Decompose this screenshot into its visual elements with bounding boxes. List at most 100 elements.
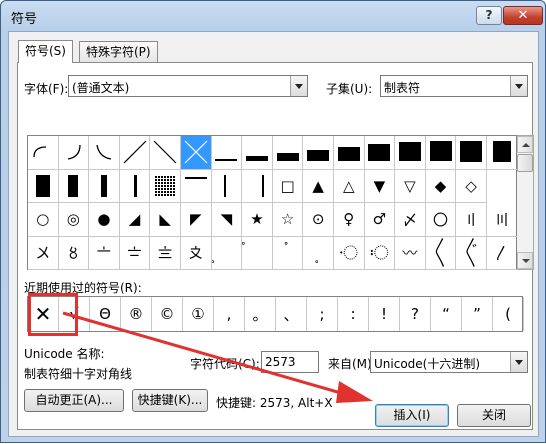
chevron-down-icon[interactable]	[290, 76, 307, 96]
char-code-input[interactable]: 2573	[261, 351, 319, 373]
symbol-cell[interactable]	[150, 136, 181, 170]
symbol-cell[interactable]: 〤	[28, 236, 59, 271]
symbol-cell[interactable]: ⊙	[303, 203, 334, 237]
symbol-cell[interactable]: 〆	[395, 203, 426, 237]
symbol-cell[interactable]	[119, 169, 151, 204]
help-button[interactable]: ?	[476, 6, 502, 25]
symbol-cell[interactable]: 〭	[303, 236, 334, 271]
tab-special-characters[interactable]: 特殊字符(P)	[79, 41, 158, 62]
symbol-cell[interactable]: 〰	[395, 236, 426, 271]
symbol-glyph	[245, 156, 268, 162]
symbol-cell[interactable]: 〧	[119, 236, 151, 271]
symbol-cell[interactable]	[28, 169, 59, 204]
symbol-cell[interactable]: ○	[28, 203, 59, 237]
symbol-cell[interactable]	[303, 136, 334, 170]
symbol-cell[interactable]: 〱	[425, 236, 457, 271]
symbol-cell[interactable]	[150, 169, 181, 204]
recent-symbol-cell[interactable]: Θ	[90, 297, 121, 331]
symbol-cell[interactable]: □	[272, 169, 304, 204]
chevron-down-icon[interactable]	[510, 352, 527, 372]
recent-symbol-cell[interactable]: 。	[245, 297, 276, 331]
recent-symbol-cell[interactable]: ?	[400, 297, 431, 331]
recent-symbol-cell[interactable]: 、	[276, 297, 307, 331]
symbol-cell[interactable]: 〫	[242, 236, 273, 271]
symbol-cell[interactable]: ◢	[119, 203, 151, 237]
symbol-cell[interactable]	[89, 136, 120, 170]
symbol-cell[interactable]: △	[334, 169, 365, 204]
recent-symbol-cell[interactable]: (	[493, 297, 524, 331]
symbol-cell[interactable]	[119, 136, 151, 170]
symbol-cell[interactable]: ▼	[364, 169, 396, 204]
symbol-cell[interactable]	[211, 169, 243, 204]
recent-symbol-cell[interactable]: “	[431, 297, 462, 331]
symbol-cell[interactable]	[89, 169, 120, 204]
symbol-cell[interactable]: ◥	[211, 203, 243, 237]
recent-symbol-cell[interactable]: ;	[307, 297, 338, 331]
symbol-cell[interactable]: ▽	[395, 169, 426, 204]
symbol-cell[interactable]: ◇	[456, 169, 487, 204]
recent-symbol-cell[interactable]: :	[338, 297, 369, 331]
symbol-cell[interactable]	[272, 136, 304, 170]
symbol-cell[interactable]	[211, 136, 243, 170]
symbol-cell[interactable]: 〲	[456, 236, 487, 271]
symbol-cell[interactable]: ◎	[58, 203, 90, 237]
symbol-glyph	[68, 174, 79, 197]
symbol-cell[interactable]	[58, 169, 90, 204]
symbol-cell[interactable]: ◣	[150, 203, 181, 237]
symbol-cell[interactable]: 〪	[211, 236, 243, 271]
symbol-cell[interactable]	[487, 136, 518, 170]
symbol-cell[interactable]: 〨	[150, 236, 181, 271]
symbol-cell[interactable]: 〳	[487, 236, 518, 271]
symbol-glyph	[154, 174, 177, 197]
chevron-down-icon[interactable]	[510, 76, 527, 96]
tab-symbols[interactable]: 符号(S)	[18, 40, 73, 63]
symbol-cell[interactable]	[58, 136, 90, 170]
symbol-cell[interactable]: ★	[242, 203, 273, 237]
symbol-cell[interactable]: ●	[89, 203, 120, 237]
symbol-cell[interactable]	[364, 136, 396, 170]
symbol-cell[interactable]: 〇	[425, 203, 457, 237]
symbol-cell[interactable]	[181, 136, 212, 170]
symbol-cell[interactable]: 〣	[487, 203, 518, 237]
insert-button[interactable]: 插入(I)	[375, 404, 449, 427]
symbol-cell[interactable]	[425, 136, 457, 170]
symbol-cell[interactable]: ☆	[272, 203, 304, 237]
recent-symbol-cell[interactable]: !	[369, 297, 400, 331]
recent-symbol-cell[interactable]: ①	[183, 297, 214, 331]
symbol-cell[interactable]	[395, 136, 426, 170]
symbol-cell[interactable]: 〦	[89, 236, 120, 271]
symbol-cell[interactable]: ♀	[334, 203, 365, 237]
scroll-up-arrow-icon[interactable]	[517, 136, 533, 153]
close-button[interactable]: 关闭	[457, 404, 531, 427]
scroll-thumb[interactable]	[517, 154, 533, 172]
symbol-grid-scrollbar[interactable]	[517, 135, 534, 270]
scroll-down-arrow-icon[interactable]	[517, 252, 533, 269]
autocorrect-button[interactable]: 自动更正(A)...	[24, 389, 124, 412]
symbol-cell[interactable]: ▲	[303, 169, 334, 204]
symbol-cell[interactable]	[456, 136, 487, 170]
symbol-cell[interactable]: 〯	[364, 236, 396, 271]
symbol-cell[interactable]: ◆	[425, 169, 457, 204]
recent-symbol-cell[interactable]: ”	[462, 297, 493, 331]
symbol-cell[interactable]	[242, 169, 273, 204]
symbol-cell[interactable]: 〥	[58, 236, 90, 271]
symbol-cell[interactable]: 〩	[181, 236, 212, 271]
recent-symbol-cell[interactable]: ©	[152, 297, 183, 331]
subset-select[interactable]: 制表符	[380, 75, 528, 97]
from-select[interactable]: Unicode(十六进制)	[370, 351, 528, 373]
symbol-cell[interactable]	[28, 136, 59, 170]
symbol-cell[interactable]: ◤	[181, 203, 212, 237]
symbol-cell[interactable]	[334, 136, 365, 170]
symbol-cell[interactable]: 〮	[334, 236, 365, 271]
symbol-cell[interactable]: 〬	[272, 236, 304, 271]
close-window-button[interactable]: ✕	[503, 6, 543, 25]
font-select[interactable]: (普通文本)	[68, 75, 308, 97]
symbol-cell[interactable]: 〢	[456, 203, 487, 237]
symbol-cell[interactable]	[242, 136, 273, 170]
symbol-grid: □▲△▼▽◆◇ ○◎●◢◣◤◥★☆⊙♀♂〆〇〢〣〤〥〦〧〨〩〪〭〮〯〫〬〰〱〲〳	[27, 135, 518, 271]
symbol-cell[interactable]: ♂	[364, 203, 396, 237]
shortcut-key-button[interactable]: 快捷键(K)...	[132, 389, 208, 412]
symbol-cell[interactable]	[181, 169, 212, 204]
recent-symbol-cell[interactable]: ,	[214, 297, 245, 331]
recent-symbol-cell[interactable]: ®	[121, 297, 152, 331]
